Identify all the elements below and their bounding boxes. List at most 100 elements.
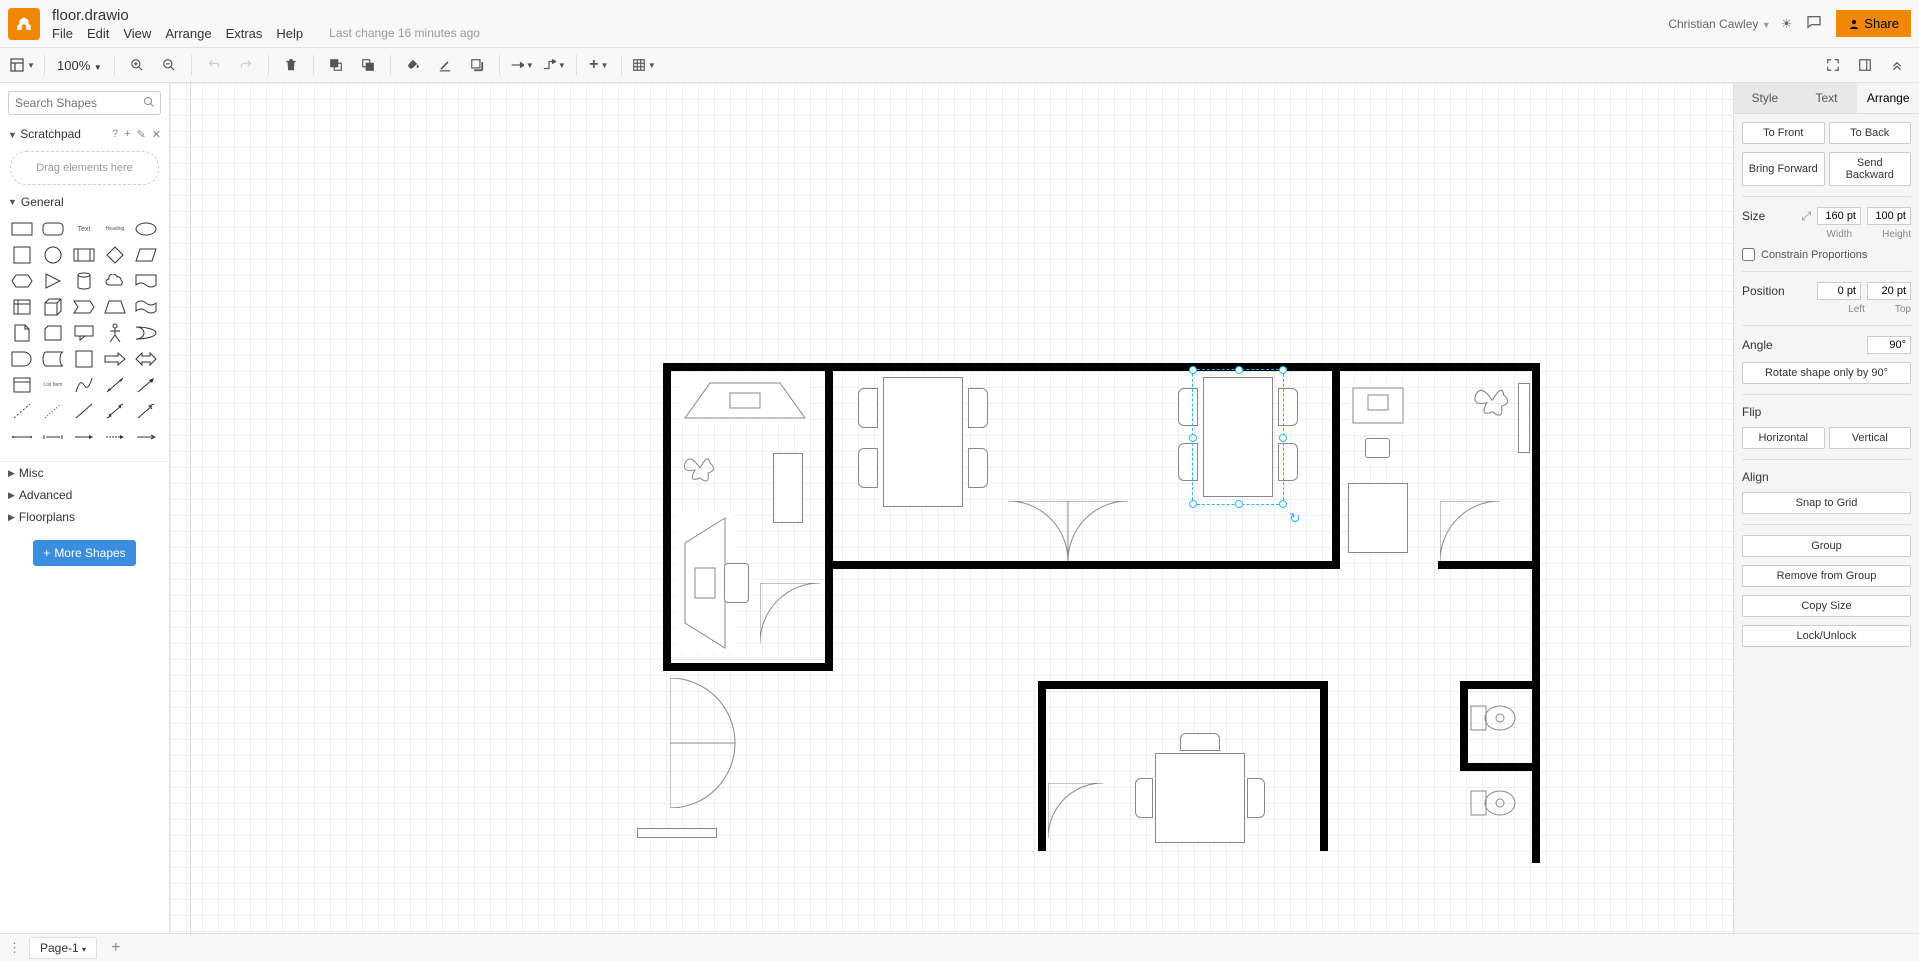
top-input[interactable]: [1867, 282, 1911, 300]
shape-triangle[interactable]: [39, 269, 67, 293]
wall-right-room-mid[interactable]: [1460, 763, 1540, 771]
shape-internal-storage[interactable]: [8, 295, 36, 319]
zoom-out-button[interactable]: [155, 52, 183, 78]
shape-cloud[interactable]: [101, 269, 129, 293]
shape-arrow-right[interactable]: [101, 347, 129, 371]
shape-link5[interactable]: [132, 425, 160, 449]
shape-curve[interactable]: [70, 373, 98, 397]
zoom-in-button[interactable]: [123, 52, 151, 78]
sel-handle-se[interactable]: [1279, 500, 1287, 508]
shape-dashed-line[interactable]: [8, 399, 36, 423]
shape-circle[interactable]: [39, 243, 67, 267]
zoom-select[interactable]: 100% ▼: [53, 56, 106, 75]
wall-right-room-top[interactable]: [1460, 681, 1540, 689]
lock-unlock-btn[interactable]: Lock/Unlock: [1742, 625, 1911, 647]
wall-bottom-room-right[interactable]: [1320, 681, 1328, 851]
furniture-table-selected[interactable]: [1203, 377, 1273, 497]
shape-hexagon[interactable]: [8, 269, 36, 293]
to-back-button[interactable]: [354, 52, 382, 78]
floorplans-section-header[interactable]: ▶ Floorplans: [0, 506, 169, 528]
furniture-shelf-1[interactable]: [1518, 383, 1530, 453]
sel-handle-s[interactable]: [1235, 500, 1243, 508]
waypoint-button[interactable]: ▼: [540, 52, 568, 78]
furniture-plant-1[interactable]: [680, 448, 720, 488]
furniture-chair-sel-3[interactable]: [1278, 388, 1298, 426]
sel-handle-e[interactable]: [1279, 434, 1287, 442]
appearance-icon[interactable]: ☀: [1781, 16, 1793, 32]
constrain-checkbox[interactable]: [1742, 248, 1755, 261]
furniture-toilet-1[interactable]: [1470, 698, 1520, 738]
width-input[interactable]: [1817, 207, 1861, 225]
furniture-cabinet-3[interactable]: [1348, 483, 1408, 553]
furniture-misc[interactable]: [637, 828, 717, 838]
shape-actor[interactable]: [101, 321, 129, 345]
delete-button[interactable]: [277, 52, 305, 78]
menu-view[interactable]: View: [123, 26, 151, 41]
furniture-cabinet-1[interactable]: [773, 453, 803, 523]
wall-room1-right[interactable]: [825, 363, 833, 671]
shape-document[interactable]: [132, 269, 160, 293]
shape-note[interactable]: [8, 321, 36, 345]
wall-bottom-room-top[interactable]: [1038, 681, 1328, 689]
shape-step[interactable]: [70, 295, 98, 319]
scratchpad-dropzone[interactable]: Drag elements here: [10, 151, 159, 185]
shape-line[interactable]: [70, 399, 98, 423]
wall-left[interactable]: [663, 363, 671, 671]
tab-text[interactable]: Text: [1796, 83, 1858, 113]
shape-cube[interactable]: [39, 295, 67, 319]
wall-middle[interactable]: [833, 561, 1340, 569]
menu-extras[interactable]: Extras: [226, 26, 263, 41]
bring-forward-btn[interactable]: Bring Forward: [1742, 152, 1825, 186]
furniture-chair-t1-4[interactable]: [968, 448, 988, 488]
angle-input[interactable]: [1867, 336, 1911, 354]
shadow-button[interactable]: [463, 52, 491, 78]
send-backward-btn[interactable]: Send Backward: [1829, 152, 1912, 186]
shape-link2[interactable]: [39, 425, 67, 449]
shape-list[interactable]: [8, 373, 36, 397]
app-logo[interactable]: [8, 8, 40, 40]
scratchpad-header[interactable]: ▼ Scratchpad ? + ✎ ✕: [0, 123, 169, 145]
furniture-chair-b1[interactable]: [1180, 733, 1220, 751]
view-mode-button[interactable]: ▼: [8, 52, 36, 78]
furniture-chair-sel-4[interactable]: [1278, 443, 1298, 481]
remove-group-btn[interactable]: Remove from Group: [1742, 565, 1911, 587]
furniture-plant-2[interactable]: [1470, 378, 1515, 423]
wall-middle-right[interactable]: [1438, 561, 1540, 569]
furniture-chair-t1-3[interactable]: [968, 388, 988, 428]
shape-directional[interactable]: [132, 399, 160, 423]
wall-middle-divider[interactable]: [1332, 363, 1340, 569]
tab-style[interactable]: Style: [1734, 83, 1796, 113]
shape-and[interactable]: [8, 347, 36, 371]
height-input[interactable]: [1867, 207, 1911, 225]
to-front-button[interactable]: [322, 52, 350, 78]
shape-container[interactable]: [70, 347, 98, 371]
wall-top[interactable]: [663, 363, 1538, 371]
furniture-chair-sel-1[interactable]: [1178, 388, 1198, 426]
add-icon[interactable]: +: [124, 128, 130, 141]
rotate-handle[interactable]: ↻: [1289, 510, 1301, 522]
furniture-chair-sel-2[interactable]: [1178, 443, 1198, 481]
shape-callout[interactable]: [70, 321, 98, 345]
help-icon[interactable]: ?: [112, 128, 118, 141]
shape-bidir-connector[interactable]: [101, 399, 129, 423]
page-tab-1[interactable]: Page-1 ▾: [29, 937, 97, 959]
redo-button[interactable]: [232, 52, 260, 78]
snap-grid-btn[interactable]: Snap to Grid: [1742, 492, 1911, 514]
door-arc-4[interactable]: [1440, 501, 1500, 561]
shape-data-storage[interactable]: [39, 347, 67, 371]
flip-vertical-btn[interactable]: Vertical: [1829, 427, 1912, 449]
rotate90-btn[interactable]: Rotate shape only by 90°: [1742, 362, 1911, 384]
door-arc-1[interactable]: [1008, 501, 1068, 561]
furniture-chair-t1-2[interactable]: [858, 448, 878, 488]
furniture-chair-t1-1[interactable]: [858, 388, 878, 428]
shape-text[interactable]: Text: [70, 217, 98, 241]
undo-button[interactable]: [200, 52, 228, 78]
furniture-desk-3[interactable]: [1348, 383, 1408, 433]
wall-bottom-room-left[interactable]: [1038, 681, 1046, 851]
furniture-table-bottom[interactable]: [1155, 753, 1245, 843]
fill-color-button[interactable]: [399, 52, 427, 78]
shape-ellipse[interactable]: [132, 217, 160, 241]
shape-card[interactable]: [39, 321, 67, 345]
menu-help[interactable]: Help: [276, 26, 303, 41]
shape-process[interactable]: [70, 243, 98, 267]
